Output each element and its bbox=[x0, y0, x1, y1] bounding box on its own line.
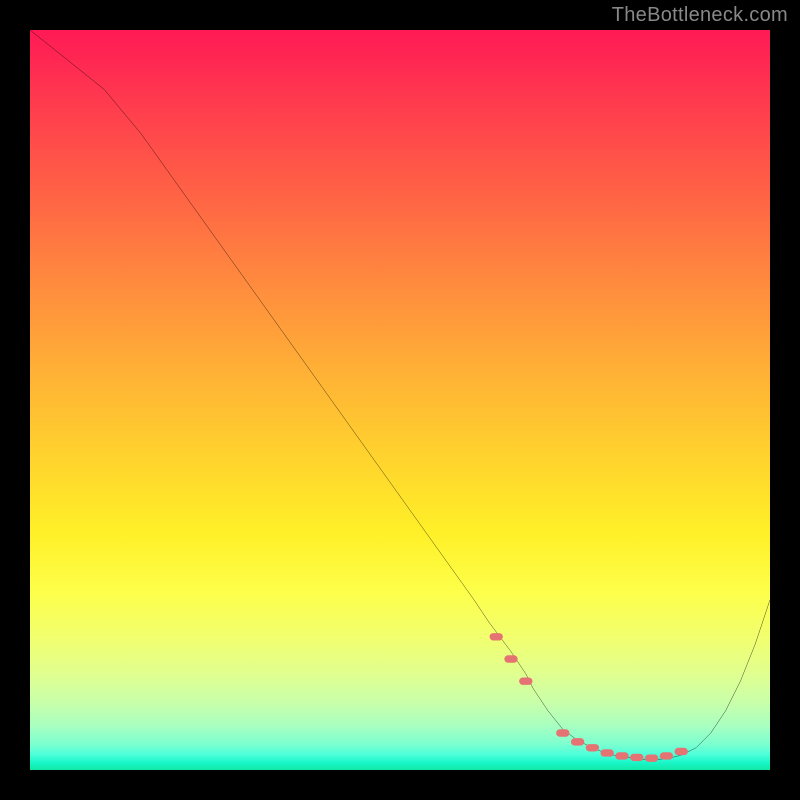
curve-markers bbox=[490, 633, 688, 762]
bottleneck-curve bbox=[30, 30, 770, 760]
curve-marker bbox=[556, 729, 569, 736]
attribution-text: TheBottleneck.com bbox=[612, 4, 788, 27]
chart-curve bbox=[30, 30, 770, 770]
curve-marker bbox=[571, 738, 584, 745]
curve-marker bbox=[490, 633, 503, 640]
curve-marker bbox=[615, 752, 628, 759]
curve-marker bbox=[601, 749, 614, 756]
curve-marker bbox=[660, 752, 673, 759]
curve-marker bbox=[586, 744, 599, 751]
chart-plot-area bbox=[30, 30, 770, 770]
curve-marker bbox=[645, 754, 658, 761]
curve-marker bbox=[675, 748, 688, 755]
curve-marker bbox=[630, 754, 643, 761]
curve-marker bbox=[504, 655, 517, 662]
curve-marker bbox=[519, 678, 532, 685]
